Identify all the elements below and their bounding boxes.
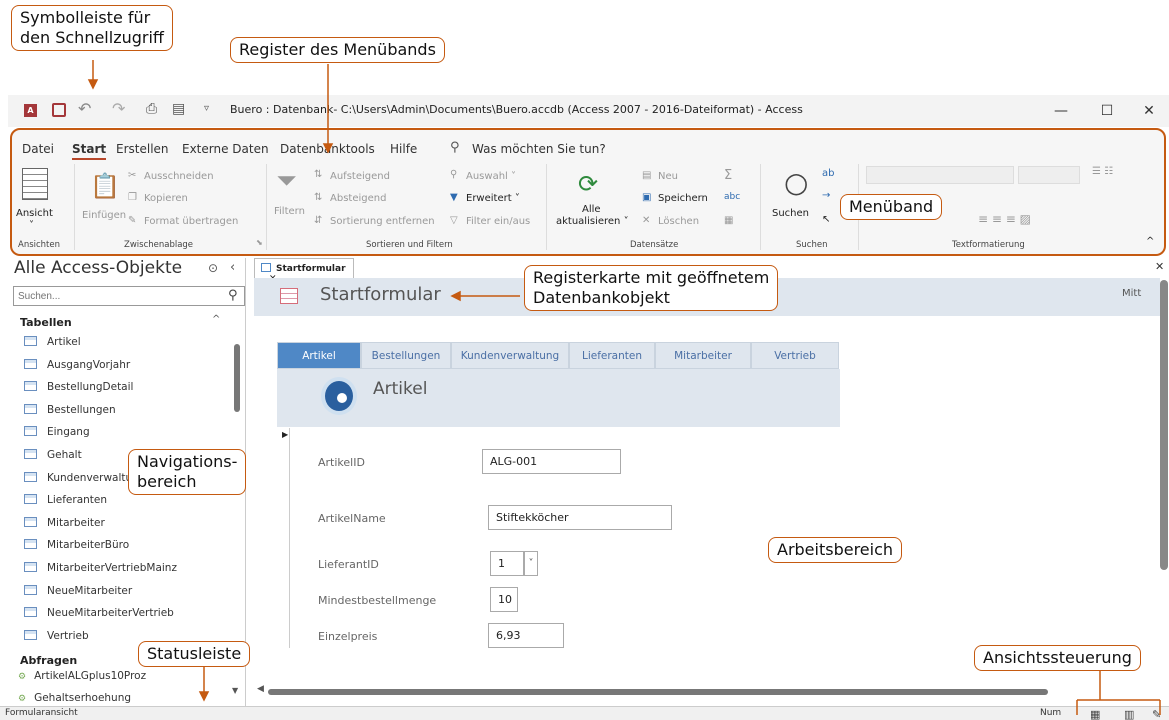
callout-statusleiste: Statusleiste [138,641,251,667]
callout-menueband: Menüband [840,194,943,220]
callout-navigation: Navigations- bereich [128,449,247,495]
callout-arrows [87,60,1161,715]
callout-registerkarte: Registerkarte mit geöffnetem Datenbankob… [524,265,779,311]
callout-register: Register des Menübands [230,37,445,63]
callout-arbeitsbereich: Arbeitsbereich [768,537,903,563]
callout-schnellzugriff: Symbolleiste für den Schnellzugriff [11,5,173,51]
screenshot: A ↶ ↷ ⎙ ▤ ▿ Buero : Datenbank- C:\Users\… [0,0,1169,720]
callout-ansichtssteuerung: Ansichtssteuerung [974,645,1141,671]
